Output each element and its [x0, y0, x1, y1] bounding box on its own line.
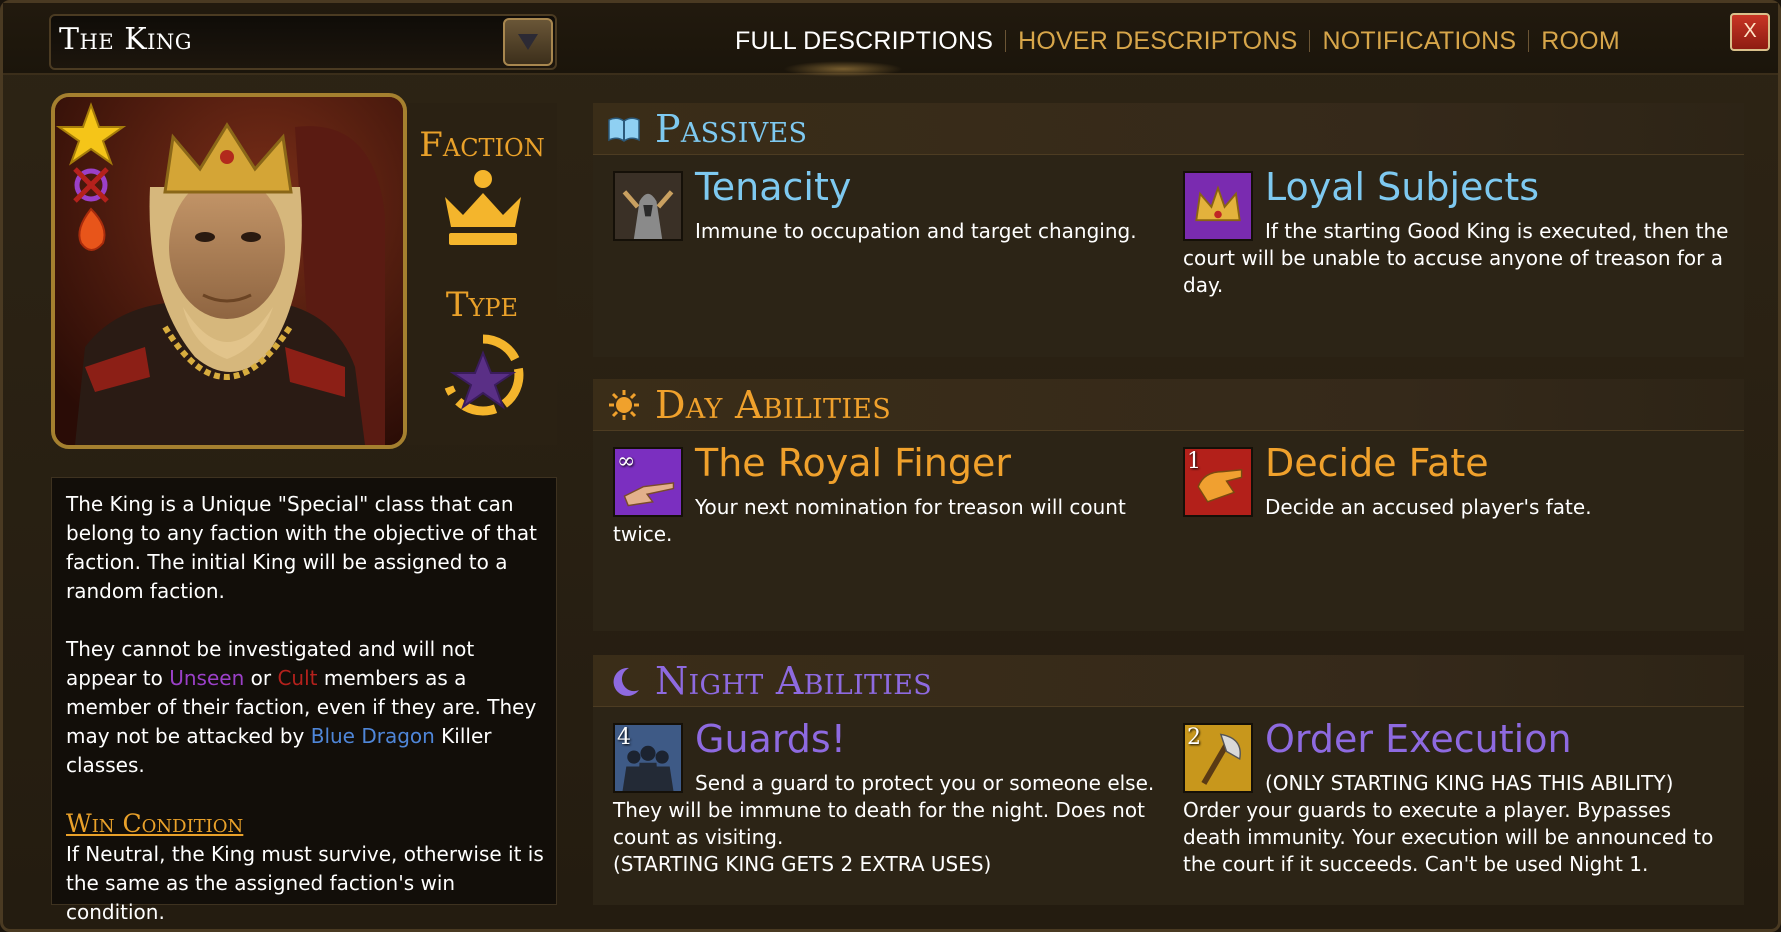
ability-title: Loyal Subjects: [1265, 165, 1540, 209]
ability-title: Tenacity: [695, 165, 852, 209]
tab-bar: FULL DESCRIPTIONS HOVER DESCRIPTONS NOTI…: [723, 21, 1632, 61]
passives-header: Passives: [593, 103, 1744, 155]
ability-title: Order Execution: [1265, 717, 1572, 761]
class-description: The King is a Unique "Special" class tha…: [51, 477, 557, 924]
ability-description: Decide an accused player's fate.: [1265, 495, 1592, 519]
win-condition-title: Win Condition: [66, 809, 244, 838]
night-abilities-section: Night Abilities 4 Guards! Send a guard t…: [593, 655, 1744, 905]
ability-description: If the starting Good King is executed, t…: [1183, 219, 1729, 297]
description-text: or: [244, 666, 278, 690]
day-abilities-header: Day Abilities: [593, 379, 1744, 431]
moon-icon: [613, 667, 639, 696]
ability-description-text: Order your guards to execute a player. B…: [1183, 798, 1714, 876]
uses-count: 2: [1187, 725, 1201, 750]
faction-type-panel: Faction Type: [407, 103, 557, 445]
chevron-down-icon[interactable]: [503, 18, 553, 66]
cult-keyword: Cult: [277, 666, 318, 690]
tab-hover-descriptions[interactable]: HOVER DESCRIPTONS: [1006, 27, 1309, 56]
passives-section: Passives Tenacity Immune to occupation a…: [593, 103, 1744, 357]
unseen-keyword: Unseen: [169, 666, 245, 690]
book-icon: [608, 117, 640, 142]
character-portrait: [51, 93, 407, 449]
ability-lead: (ONLY STARTING KING HAS THIS ABILITY): [1265, 771, 1674, 795]
ability-title: Decide Fate: [1265, 441, 1489, 485]
win-condition-text: If Neutral, the King must survive, other…: [66, 842, 544, 924]
ability-title: The Royal Finger: [695, 441, 1011, 485]
day-abilities-title: Day Abilities: [655, 383, 892, 427]
tab-room[interactable]: ROOM: [1529, 27, 1632, 56]
tab-full-descriptions[interactable]: FULL DESCRIPTIONS: [723, 27, 1005, 56]
ability-title: Guards!: [695, 717, 846, 761]
ability-note: (STARTING KING GETS 2 EXTRA USES): [613, 852, 992, 876]
role-window: The King FULL DESCRIPTIONS HOVER DESCRIP…: [0, 0, 1781, 932]
top-bar: The King FULL DESCRIPTIONS HOVER DESCRIP…: [3, 3, 1778, 77]
ability-description: Immune to occupation and target changing…: [695, 219, 1137, 243]
description-paragraph-2: They cannot be investigated and will not…: [66, 635, 544, 780]
sun-icon: [609, 390, 639, 420]
ability-description: Your next nomination for treason will co…: [613, 495, 1126, 546]
type-label: Type: [445, 285, 519, 325]
class-title: The King: [59, 22, 193, 57]
class-select-dropdown[interactable]: The King: [49, 14, 557, 70]
uses-count: ∞: [617, 449, 636, 474]
night-abilities-title: Night Abilities: [655, 659, 933, 703]
ability-description: Send a guard to protect you or someone e…: [613, 770, 1163, 878]
blue-dragon-keyword: Blue Dragon: [310, 724, 435, 748]
tab-notifications[interactable]: NOTIFICATIONS: [1310, 27, 1528, 56]
ability-description-text: Send a guard to protect you or someone e…: [613, 771, 1155, 849]
king-portrait-image: [55, 97, 403, 445]
special-type-icon: [444, 334, 524, 416]
faction-label: Faction: [419, 125, 545, 165]
crown-faction-icon: [445, 170, 521, 245]
description-paragraph: The King is a Unique "Special" class tha…: [66, 492, 537, 603]
day-abilities-section: Day Abilities ∞ The Royal Finger Your ne…: [593, 379, 1744, 631]
active-tab-glow: [783, 61, 903, 77]
uses-count: 1: [1187, 449, 1201, 474]
night-abilities-header: Night Abilities: [593, 655, 1744, 707]
close-button[interactable]: X: [1730, 13, 1770, 51]
ability-description: (ONLY STARTING KING HAS THIS ABILITY) Or…: [1183, 770, 1733, 878]
passives-title: Passives: [655, 107, 808, 151]
uses-count: 4: [617, 725, 631, 750]
